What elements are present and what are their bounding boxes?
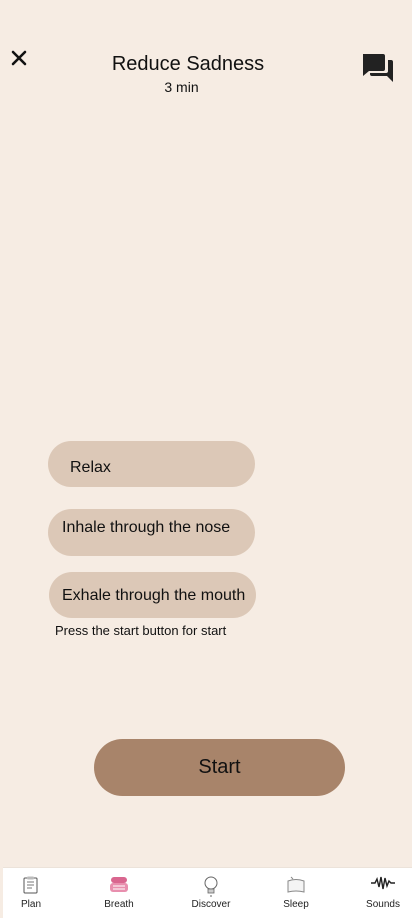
instruction-inhale: Inhale through the nose (48, 509, 255, 556)
nav-label-breath: Breath (104, 899, 134, 910)
notepad-icon (21, 875, 41, 900)
nav-item-breath[interactable]: Breath (91, 868, 147, 918)
nav-label-plan: Plan (20, 899, 41, 910)
lungs-icon (108, 875, 130, 900)
start-hint: Press the start button for start (55, 623, 227, 638)
instruction-exhale: Exhale through the mouth (49, 572, 256, 618)
page-title: Reduce Sadness (111, 53, 265, 75)
nav-item-plan[interactable]: Plan (3, 868, 59, 918)
bottom-nav: Plan Breath Discover Sleep Sounds (3, 867, 412, 918)
nav-item-sleep[interactable]: Sleep (268, 868, 324, 918)
nav-item-discover[interactable]: Discover (181, 868, 241, 918)
nav-label-discover: Discover (191, 899, 231, 910)
nav-label-sounds: Sounds (366, 899, 400, 910)
pillow-icon (285, 875, 307, 900)
chat-button[interactable] (360, 52, 396, 84)
nav-item-sounds[interactable]: Sounds (355, 868, 411, 918)
soundwave-icon (370, 875, 396, 896)
nav-label-sleep: Sleep (283, 899, 309, 910)
start-button[interactable]: Start (94, 739, 345, 796)
duration-label: 3 min (164, 79, 199, 95)
lightbulb-icon (200, 875, 222, 902)
instruction-relax: Relax (48, 441, 255, 487)
chat-bubbles-icon (363, 54, 393, 82)
